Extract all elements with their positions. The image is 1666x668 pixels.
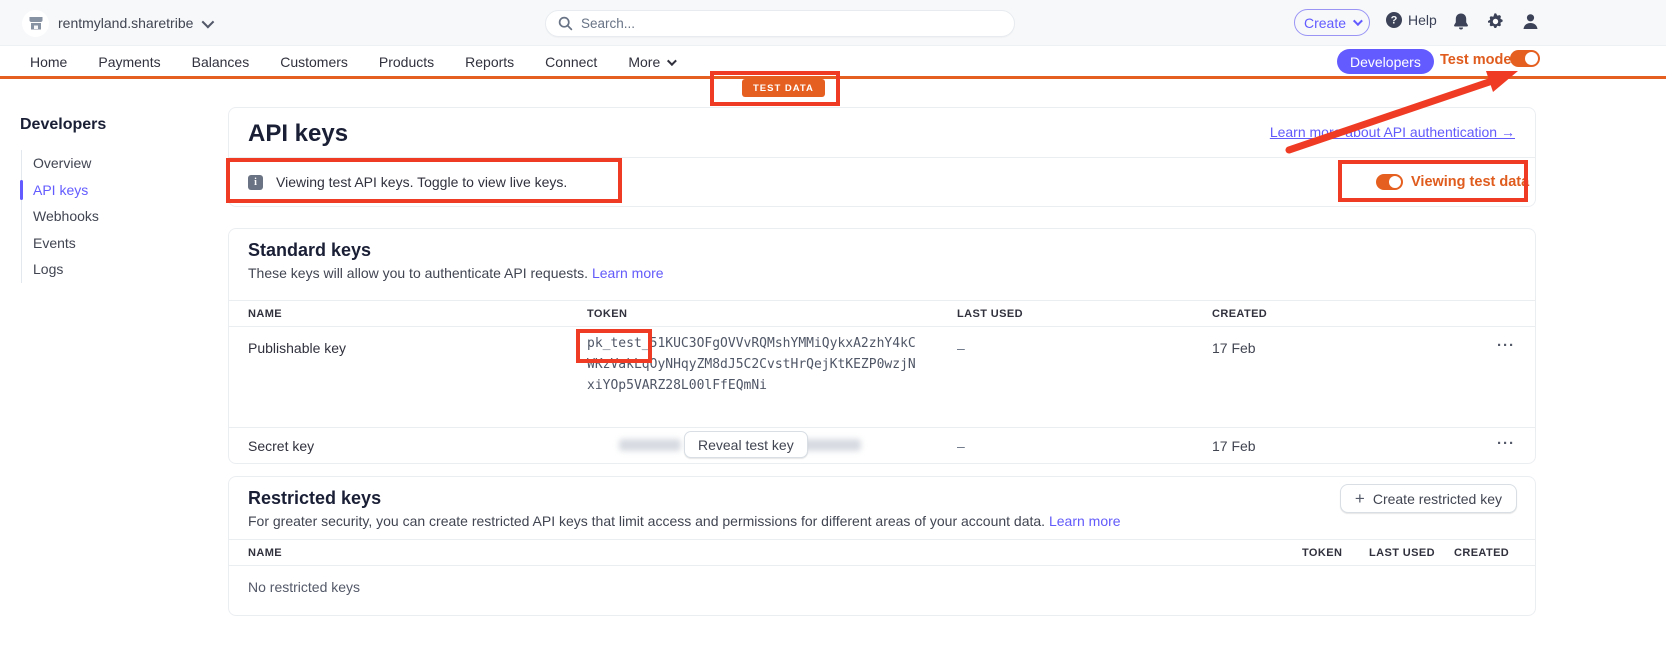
overflow-menu-icon[interactable]: ··· [1491, 435, 1521, 452]
key-name: Secret key [248, 438, 314, 454]
column-header-created: CREATED [1454, 547, 1509, 559]
divider [229, 427, 1535, 428]
nav-item-reports[interactable]: Reports [465, 54, 514, 70]
create-restricted-key-label: Create restricted key [1373, 491, 1502, 507]
last-used-value: – [957, 340, 965, 356]
created-value: 17 Feb [1212, 438, 1256, 454]
sidebar-item-events[interactable]: Events [22, 230, 181, 257]
nav-item-home[interactable]: Home [30, 54, 67, 70]
created-value: 17 Feb [1212, 340, 1256, 356]
top-bar: rentmyland.sharetribe Search... Create ?… [0, 0, 1666, 46]
nav-item-payments[interactable]: Payments [98, 54, 160, 70]
help-label: Help [1408, 12, 1437, 28]
column-header-last-used: LAST USED [1369, 547, 1435, 559]
column-header-last-used: LAST USED [957, 308, 1023, 320]
column-header-token: TOKEN [1302, 547, 1342, 559]
search-input[interactable]: Search... [545, 10, 1015, 37]
column-header-name: NAME [248, 308, 282, 320]
standard-keys-table-header: NAME TOKEN LAST USED CREATED [229, 300, 1535, 327]
nav-item-more[interactable]: More [628, 54, 674, 70]
settings-gear-icon[interactable] [1485, 11, 1505, 31]
stripe-dashboard: rentmyland.sharetribe Search... Create ?… [0, 0, 1666, 668]
test-mode-stripe [0, 76, 1666, 79]
restricted-keys-learn-more-link[interactable]: Learn more [1049, 513, 1121, 529]
token-line: pk_test_51KUC3OFgOVVvRQMshYMMiQykxA2zhY4… [587, 333, 916, 354]
publishable-key-token: pk_test_51KUC3OFgOVVvRQMshYMMiQykxA2zhY4… [587, 333, 916, 396]
search-placeholder: Search... [581, 16, 635, 31]
restricted-keys-subtitle: For greater security, you can create res… [248, 513, 1121, 529]
reveal-test-key-button[interactable]: Reveal test key [684, 431, 808, 458]
standard-keys-learn-more-link[interactable]: Learn more [592, 265, 664, 281]
sidebar-item-api-keys[interactable]: API keys [22, 177, 181, 204]
nav-item-customers[interactable]: Customers [280, 54, 348, 70]
sidebar-item-webhooks[interactable]: Webhooks [22, 203, 181, 230]
developers-button[interactable]: Developers [1337, 49, 1434, 74]
last-used-value: – [957, 438, 965, 454]
create-button-label: Create [1304, 15, 1346, 31]
column-header-name: NAME [248, 547, 282, 559]
sidebar-heading: Developers [20, 116, 106, 134]
standard-keys-subtitle: These keys will allow you to authenticat… [248, 265, 664, 281]
nav-item-connect[interactable]: Connect [545, 54, 597, 70]
sidebar-item-logs[interactable]: Logs [22, 256, 181, 283]
nav-more-label: More [628, 54, 660, 70]
standard-keys-title: Standard keys [248, 240, 371, 261]
banner-text: Viewing test API keys. Toggle to view li… [276, 174, 567, 190]
standard-keys-subtitle-text: These keys will allow you to authenticat… [248, 265, 588, 281]
redacted-token-blur [801, 439, 861, 451]
test-mode-label: Test mode [1440, 52, 1511, 68]
account-name: rentmyland.sharetribe [58, 15, 193, 31]
token-line: xiYOp5VARZ28L00lFfEQmNi [587, 375, 916, 396]
svg-text:?: ? [1391, 15, 1398, 27]
key-name: Publishable key [248, 340, 346, 356]
restricted-keys-table-header: NAME TOKEN LAST USED CREATED [229, 539, 1535, 566]
column-header-token: TOKEN [587, 308, 627, 320]
plus-icon: + [1355, 490, 1365, 507]
account-switcher[interactable]: rentmyland.sharetribe [22, 8, 211, 38]
restricted-keys-title: Restricted keys [248, 488, 381, 509]
search-icon [558, 16, 573, 31]
test-data-badge: TEST DATA [742, 79, 825, 97]
restricted-keys-card: Restricted keys For greater security, yo… [228, 476, 1536, 616]
restricted-keys-subtitle-text: For greater security, you can create res… [248, 513, 1045, 529]
nav-item-balances[interactable]: Balances [192, 54, 250, 70]
standard-keys-card: Standard keys These keys will allow you … [228, 228, 1536, 464]
viewing-test-data-toggle[interactable] [1376, 174, 1403, 190]
token-line: WKzVakLqOyNHqyZM8dJ5C2CvstHrQejKtKEZP0wz… [587, 354, 916, 375]
storefront-icon [22, 10, 49, 37]
notifications-bell-icon[interactable] [1451, 11, 1471, 31]
sidebar-item-overview[interactable]: Overview [22, 150, 181, 177]
viewing-test-data-label: Viewing test data [1411, 174, 1529, 190]
main-nav: Home Payments Balances Customers Product… [0, 46, 1666, 78]
learn-api-authentication-link[interactable]: Learn more about API authentication → [1270, 124, 1515, 140]
test-keys-banner: i Viewing test API keys. Toggle to view … [248, 157, 1535, 207]
chevron-down-icon [1353, 16, 1363, 26]
column-header-created: CREATED [1212, 308, 1267, 320]
test-mode-toggle[interactable] [1510, 50, 1540, 67]
chevron-down-icon [202, 15, 215, 28]
empty-state-text: No restricted keys [248, 579, 360, 595]
user-avatar-icon[interactable] [1520, 11, 1540, 31]
chevron-down-icon [667, 56, 677, 66]
create-restricted-key-button[interactable]: + Create restricted key [1340, 484, 1517, 513]
help-button[interactable]: ? Help [1385, 11, 1437, 29]
sidebar-nav: Overview API keys Webhooks Events Logs [21, 150, 181, 283]
page-header-card: API keys Learn more about API authentica… [228, 107, 1536, 207]
redacted-token-blur [619, 439, 681, 451]
question-circle-icon: ? [1385, 11, 1403, 29]
overflow-menu-icon[interactable]: ··· [1491, 337, 1521, 354]
create-button[interactable]: Create [1294, 9, 1370, 36]
info-icon: i [248, 175, 263, 190]
nav-item-products[interactable]: Products [379, 54, 434, 70]
page-title: API keys [248, 120, 348, 148]
